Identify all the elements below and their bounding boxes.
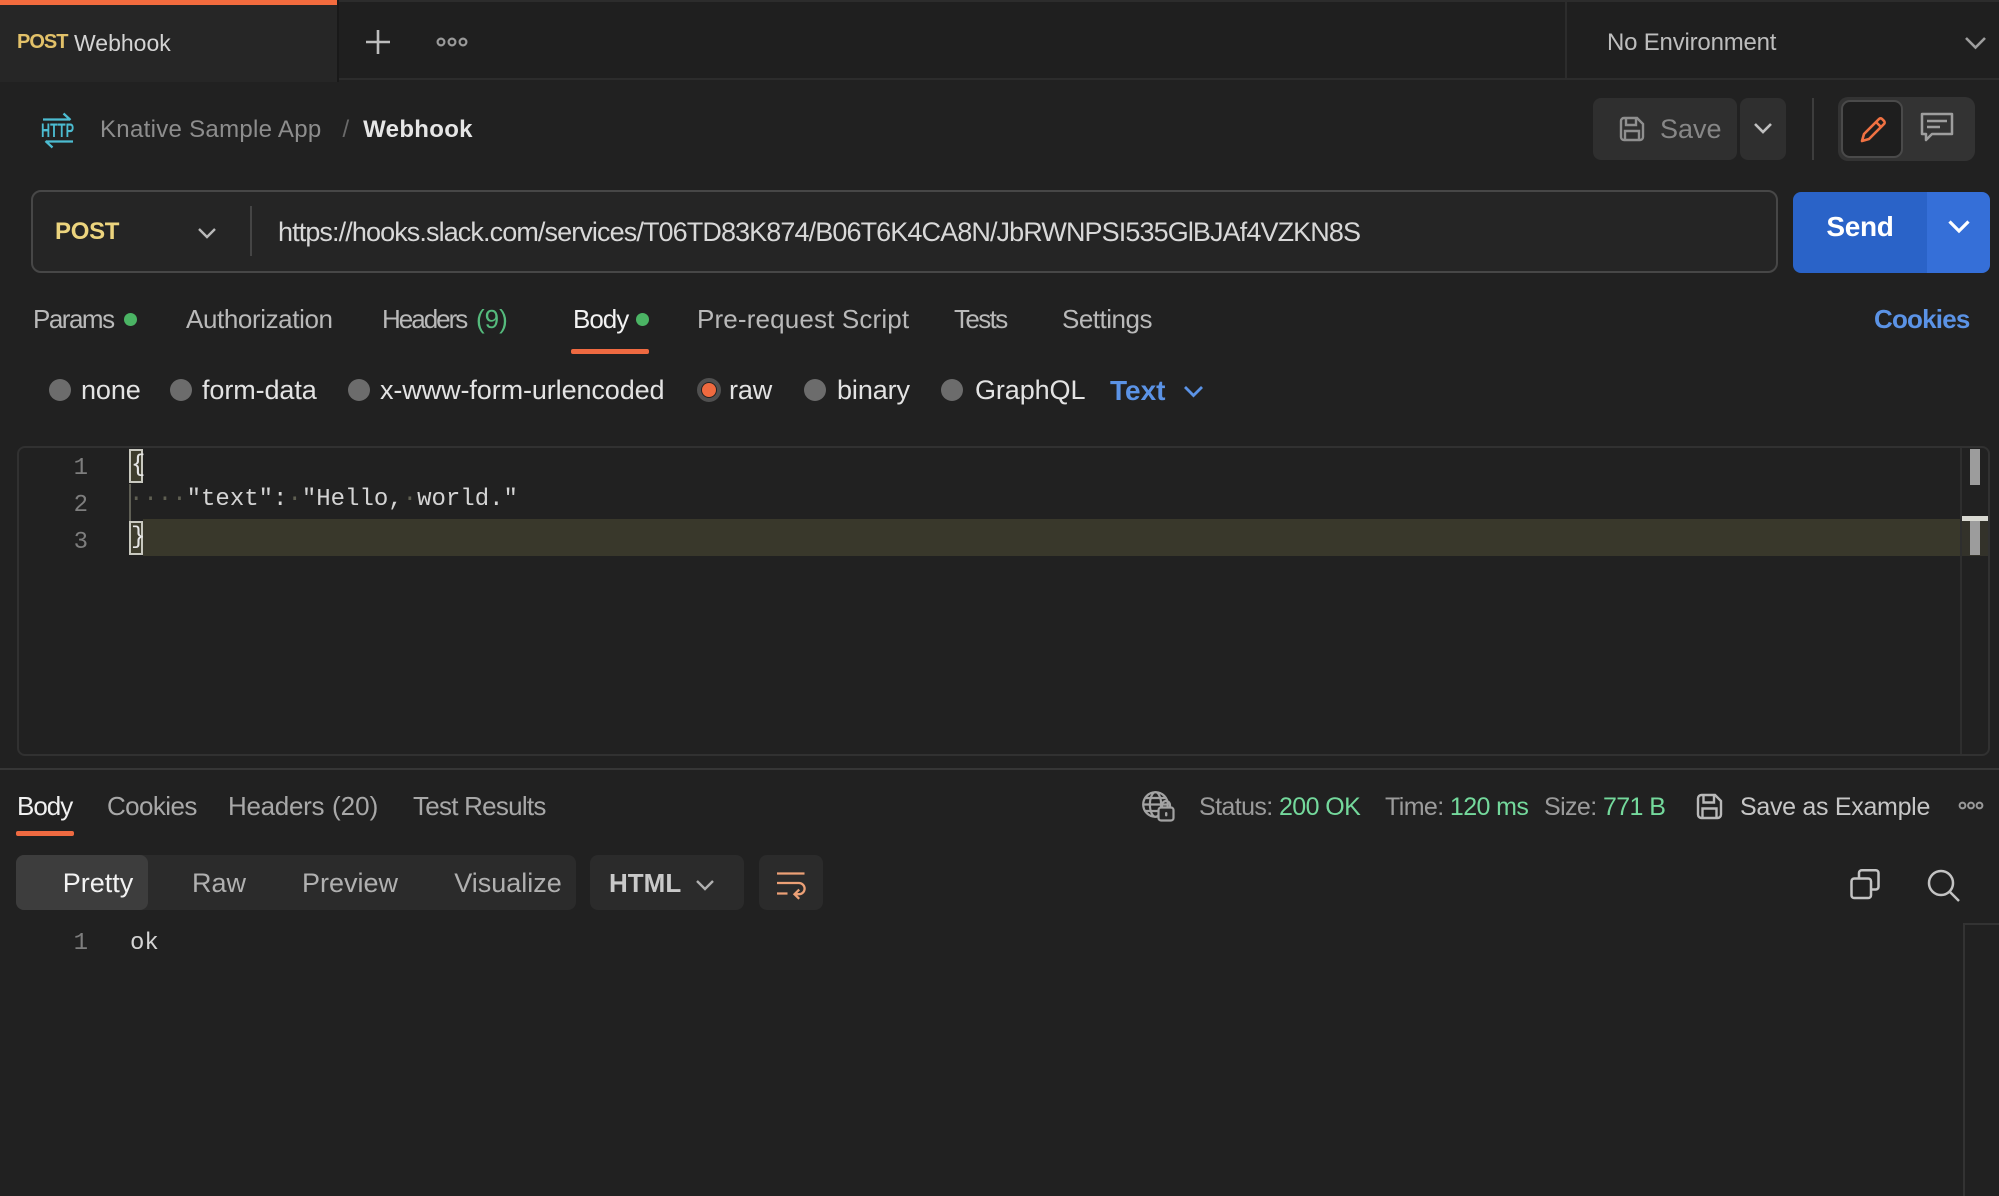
svg-text:HTTP: HTTP — [41, 120, 74, 142]
